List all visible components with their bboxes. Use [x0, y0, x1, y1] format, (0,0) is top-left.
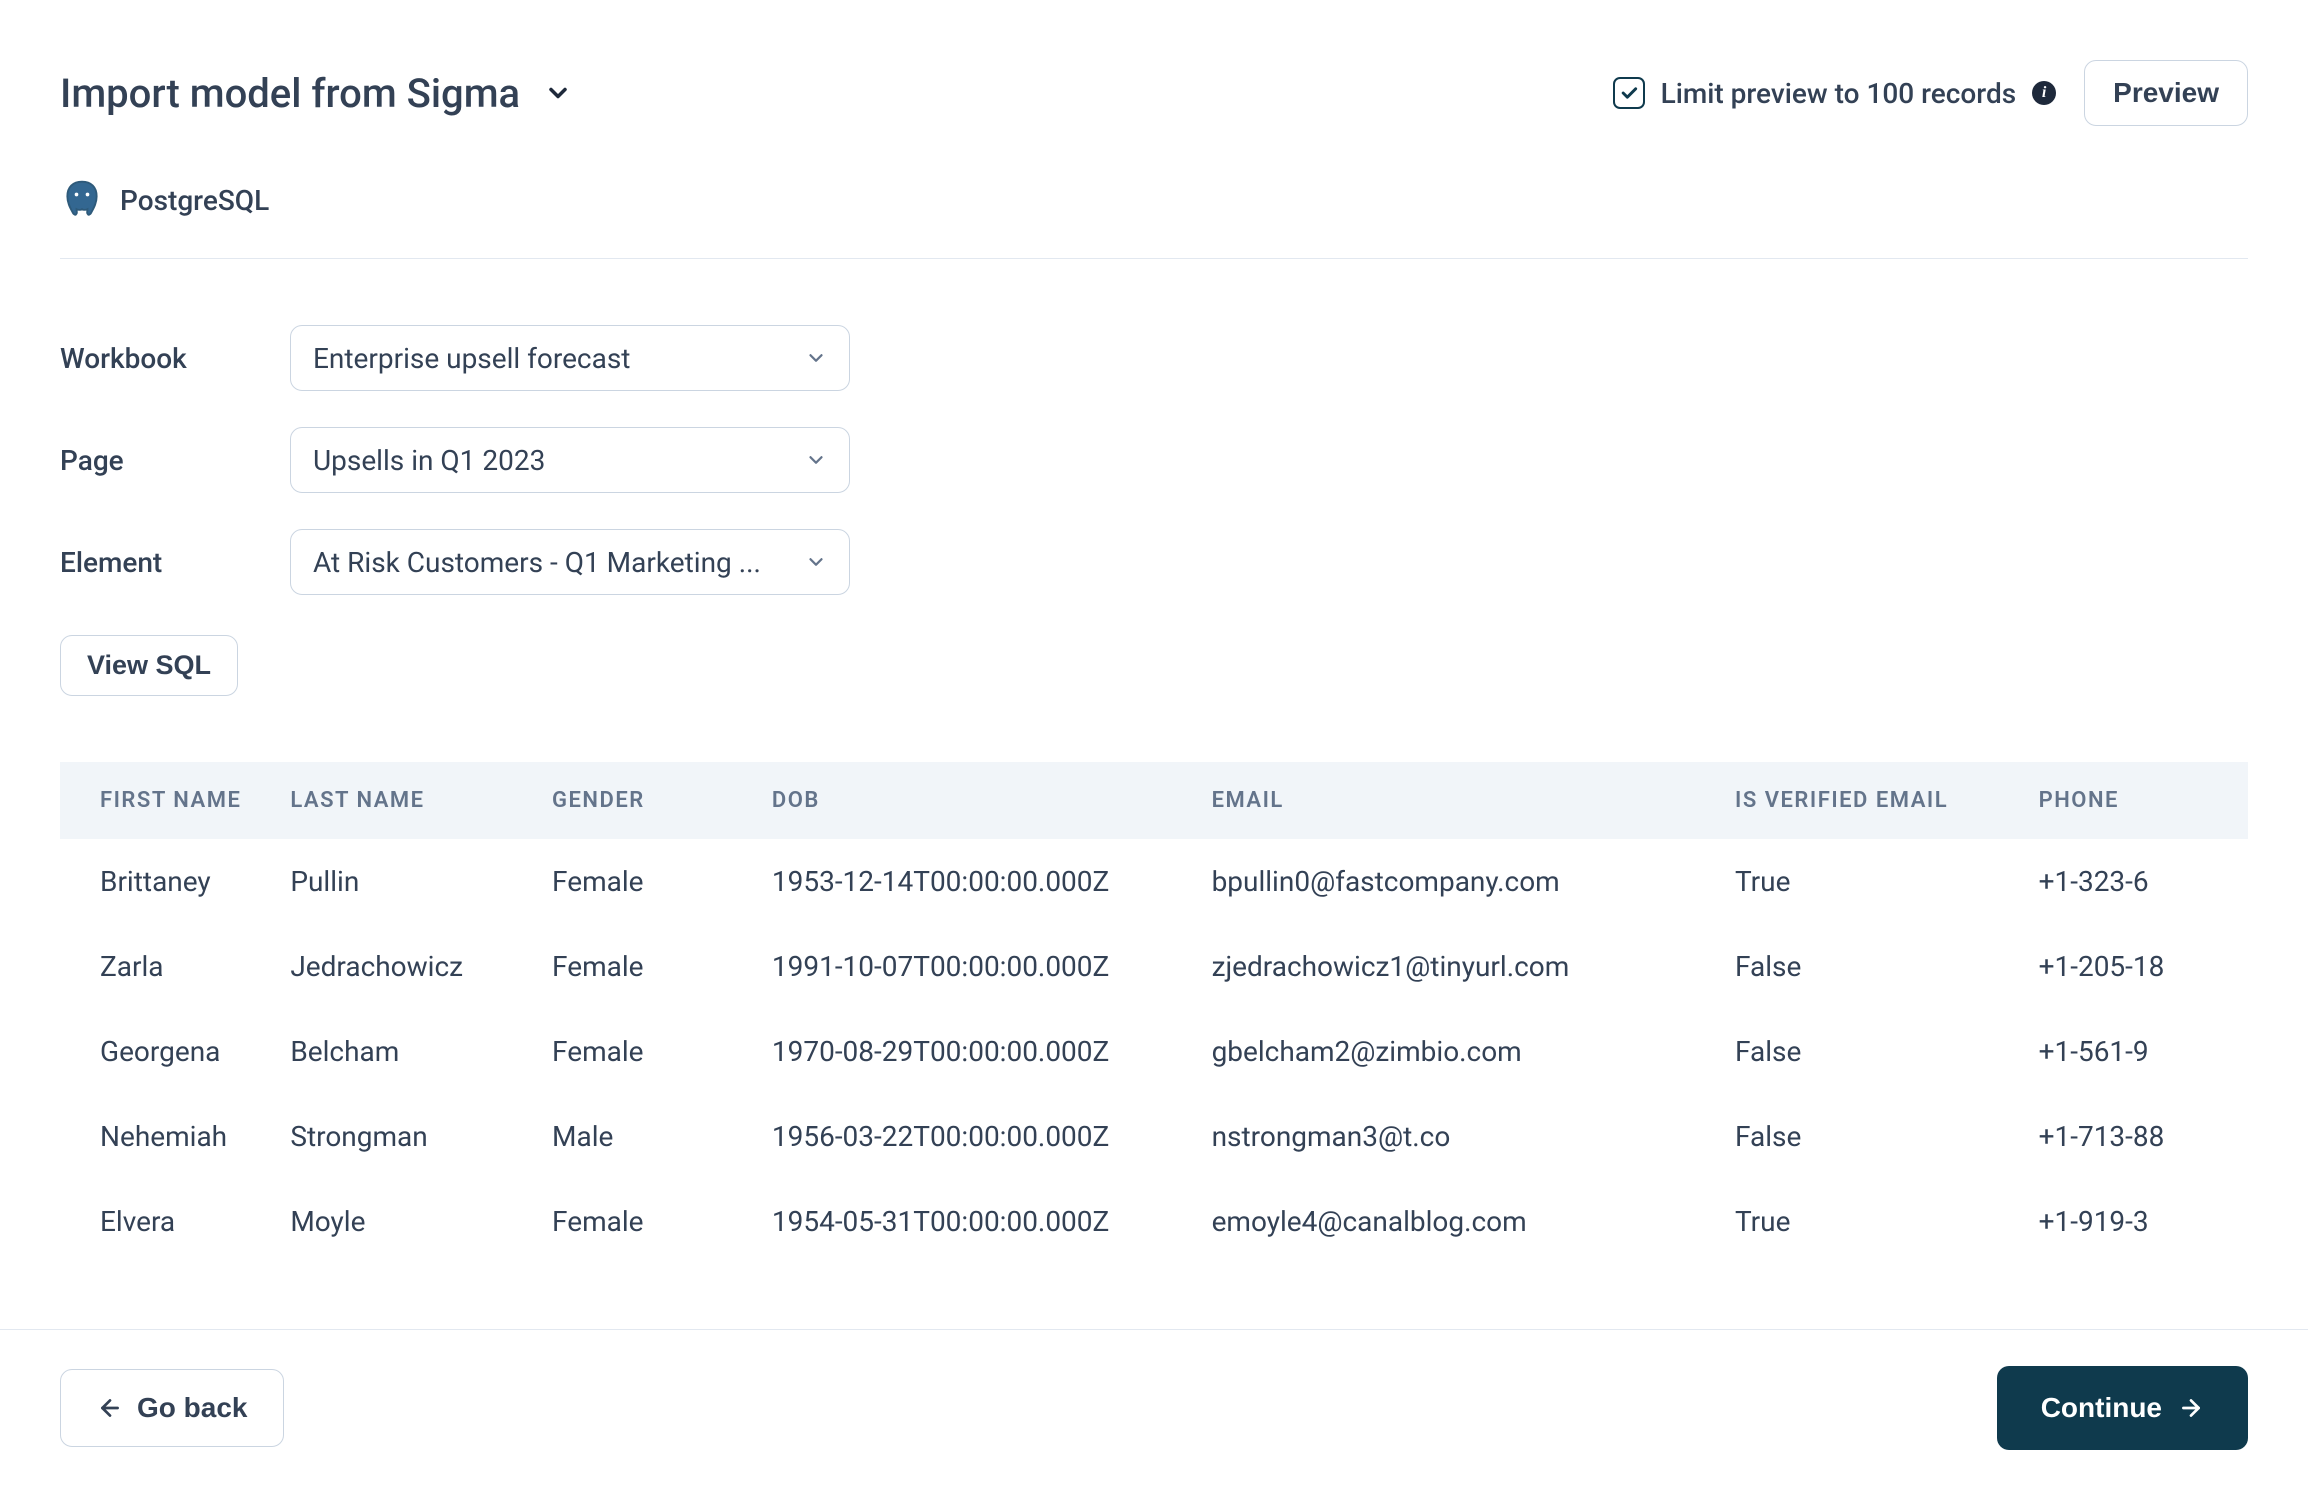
col-email: EMAIL	[1212, 762, 1735, 839]
element-label: Element	[60, 546, 250, 579]
cell-last-name: Belcham	[290, 1009, 552, 1094]
cell-email: gbelcham2@zimbio.com	[1212, 1009, 1735, 1094]
chevron-down-icon	[805, 347, 827, 369]
cell-gender: Female	[552, 1009, 772, 1094]
cell-dob: 1956-03-22T00:00:00.000Z	[772, 1094, 1212, 1179]
page-title: Import model from Sigma	[60, 70, 520, 117]
cell-is-verified: False	[1735, 924, 2039, 1009]
cell-is-verified: False	[1735, 1009, 2039, 1094]
element-select[interactable]: At Risk Customers - Q1 Marketing ...	[290, 529, 850, 595]
cell-is-verified: True	[1735, 839, 2039, 924]
cell-first-name: Brittaney	[60, 839, 290, 924]
cell-email: zjedrachowicz1@tinyurl.com	[1212, 924, 1735, 1009]
cell-is-verified: True	[1735, 1179, 2039, 1264]
cell-first-name: Nehemiah	[60, 1094, 290, 1179]
divider	[60, 258, 2248, 259]
cell-email: bpullin0@fastcompany.com	[1212, 839, 1735, 924]
workbook-select[interactable]: Enterprise upsell forecast	[290, 325, 850, 391]
element-value: At Risk Customers - Q1 Marketing ...	[313, 546, 761, 579]
continue-button[interactable]: Continue	[1997, 1366, 2248, 1450]
cell-phone: +1-561-9	[2039, 1009, 2248, 1094]
continue-label: Continue	[2041, 1392, 2162, 1424]
postgresql-icon	[60, 178, 104, 222]
col-is-verified: IS VERIFIED EMAIL	[1735, 762, 2039, 839]
cell-last-name: Pullin	[290, 839, 552, 924]
cell-phone: +1-205-18	[2039, 924, 2248, 1009]
cell-is-verified: False	[1735, 1094, 2039, 1179]
cell-dob: 1970-08-29T00:00:00.000Z	[772, 1009, 1212, 1094]
col-phone: PHONE	[2039, 762, 2248, 839]
cell-phone: +1-713-88	[2039, 1094, 2248, 1179]
cell-last-name: Moyle	[290, 1179, 552, 1264]
database-name: PostgreSQL	[120, 184, 269, 217]
go-back-button[interactable]: Go back	[60, 1369, 284, 1447]
table-header-row: FIRST NAME LAST NAME GENDER DOB EMAIL IS…	[60, 762, 2248, 839]
cell-first-name: Elvera	[60, 1179, 290, 1264]
cell-first-name: Georgena	[60, 1009, 290, 1094]
title-dropdown-icon[interactable]	[544, 79, 572, 107]
table-row: NehemiahStrongmanMale1956-03-22T00:00:00…	[60, 1094, 2248, 1179]
limit-preview-checkbox[interactable]	[1613, 77, 1645, 109]
arrow-right-icon	[2178, 1395, 2204, 1421]
col-last-name: LAST NAME	[290, 762, 552, 839]
table-row: ZarlaJedrachowiczFemale1991-10-07T00:00:…	[60, 924, 2248, 1009]
go-back-label: Go back	[137, 1392, 247, 1424]
cell-first-name: Zarla	[60, 924, 290, 1009]
table-row: BrittaneyPullinFemale1953-12-14T00:00:00…	[60, 839, 2248, 924]
chevron-down-icon	[805, 449, 827, 471]
page-select[interactable]: Upsells in Q1 2023	[290, 427, 850, 493]
page-label: Page	[60, 444, 250, 477]
col-first-name: FIRST NAME	[60, 762, 290, 839]
chevron-down-icon	[805, 551, 827, 573]
cell-phone: +1-323-6	[2039, 839, 2248, 924]
arrow-left-icon	[97, 1395, 123, 1421]
col-gender: GENDER	[552, 762, 772, 839]
cell-dob: 1954-05-31T00:00:00.000Z	[772, 1179, 1212, 1264]
cell-last-name: Strongman	[290, 1094, 552, 1179]
cell-gender: Female	[552, 839, 772, 924]
preview-table: FIRST NAME LAST NAME GENDER DOB EMAIL IS…	[60, 762, 2248, 1264]
workbook-label: Workbook	[60, 342, 250, 375]
limit-preview-label: Limit preview to 100 records	[1661, 77, 2017, 110]
cell-gender: Male	[552, 1094, 772, 1179]
info-icon[interactable]: i	[2032, 81, 2056, 105]
cell-dob: 1953-12-14T00:00:00.000Z	[772, 839, 1212, 924]
cell-phone: +1-919-3	[2039, 1179, 2248, 1264]
cell-email: emoyle4@canalblog.com	[1212, 1179, 1735, 1264]
view-sql-button[interactable]: View SQL	[60, 635, 238, 696]
cell-dob: 1991-10-07T00:00:00.000Z	[772, 924, 1212, 1009]
page-value: Upsells in Q1 2023	[313, 444, 545, 477]
cell-email: nstrongman3@t.co	[1212, 1094, 1735, 1179]
workbook-value: Enterprise upsell forecast	[313, 342, 630, 375]
cell-gender: Female	[552, 1179, 772, 1264]
table-row: ElveraMoyleFemale1954-05-31T00:00:00.000…	[60, 1179, 2248, 1264]
cell-gender: Female	[552, 924, 772, 1009]
col-dob: DOB	[772, 762, 1212, 839]
table-row: GeorgenaBelchamFemale1970-08-29T00:00:00…	[60, 1009, 2248, 1094]
preview-button[interactable]: Preview	[2084, 60, 2248, 126]
cell-last-name: Jedrachowicz	[290, 924, 552, 1009]
